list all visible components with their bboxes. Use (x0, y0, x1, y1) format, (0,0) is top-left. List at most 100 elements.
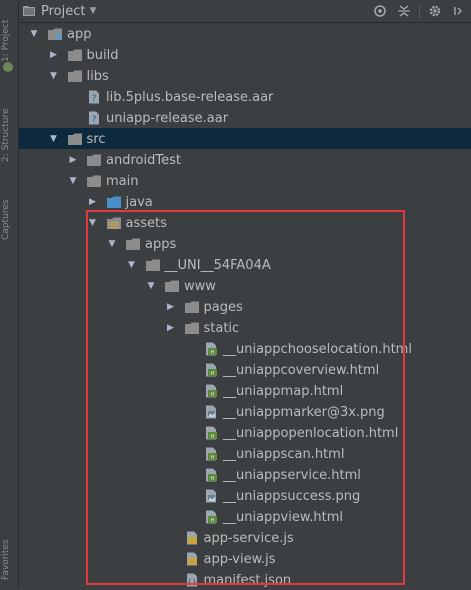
folder-icon (125, 237, 141, 251)
tree-item[interactable]: ▼ www (19, 275, 471, 296)
folder-icon (67, 132, 83, 146)
panel-toolbar (368, 0, 471, 22)
collapsed-arrow-icon[interactable]: ▶ (88, 191, 98, 212)
tree-item[interactable]: H __uniappmap.html (19, 380, 471, 401)
html-file-icon: H (203, 426, 219, 440)
tree-item-label: lib.5plus.base-release.aar (106, 89, 274, 105)
tree-item-label: app-view.js (203, 551, 276, 567)
svg-text:H: H (211, 434, 215, 440)
panel-title[interactable]: Project (41, 4, 85, 19)
tree-item[interactable]: H __uniappscan.html (19, 443, 471, 464)
image-file-icon (203, 405, 219, 419)
sidebar-tab-favorites[interactable]: Favorites (1, 510, 17, 580)
tree-item[interactable]: __uniappmarker@3x.png (19, 401, 471, 422)
tree-item-label: __uniappopenlocation.html (223, 425, 399, 441)
expanded-arrow-icon[interactable]: ▼ (88, 212, 98, 233)
tree-item[interactable]: H __uniappcoverview.html (19, 359, 471, 380)
tree-item[interactable]: ? lib.5plus.base-release.aar (19, 86, 471, 107)
source-folder-icon (106, 195, 122, 209)
tree-item-label: java (125, 194, 153, 210)
tree-item[interactable]: ▶ pages (19, 296, 471, 317)
tree-item[interactable]: ▶ java (19, 191, 471, 212)
gear-icon[interactable] (427, 3, 443, 19)
collapsed-arrow-icon[interactable]: ▶ (68, 149, 78, 170)
collapse-icon[interactable] (396, 3, 412, 19)
tree-item-label: __uniappscan.html (223, 446, 345, 462)
android-icon (3, 62, 13, 72)
project-panel-header: Project ▼ (19, 0, 471, 23)
expanded-arrow-icon[interactable]: ▼ (29, 23, 39, 44)
sidebar-tab-project[interactable]: 1: Project (1, 2, 17, 62)
svg-text:H: H (211, 476, 215, 482)
tree-item[interactable]: H __uniappservice.html (19, 464, 471, 485)
tree-item[interactable]: H __uniappchooselocation.html (19, 338, 471, 359)
module-folder-icon (47, 27, 63, 41)
expanded-arrow-icon[interactable]: ▼ (127, 254, 137, 275)
target-icon[interactable] (372, 3, 388, 19)
tree-item-label: __uniappservice.html (223, 467, 361, 483)
svg-text:H: H (211, 392, 215, 398)
tree-item-label: __UNI__54FA04A (164, 257, 271, 273)
folder-icon (86, 153, 102, 167)
folder-icon (164, 279, 180, 293)
tree-item-label: www (184, 278, 216, 294)
html-file-icon: H (203, 468, 219, 482)
tree-item[interactable]: app-view.js (19, 548, 471, 569)
tree-item-label: __uniappchooselocation.html (223, 341, 412, 357)
sidebar-tab-structure[interactable]: 2: Structure (1, 90, 17, 163)
tree-item[interactable]: ? uniapp-release.aar (19, 107, 471, 128)
svg-text:H: H (211, 518, 215, 524)
sidebar-tab-captures[interactable]: Captures (1, 185, 17, 240)
hide-icon[interactable] (451, 3, 467, 19)
tree-item-label: src (86, 131, 106, 147)
tree-item-label: manifest.json (203, 572, 292, 588)
folder-icon (86, 174, 102, 188)
tree-item[interactable]: ▶ build (19, 44, 471, 65)
unknown-file-icon: ? (86, 90, 102, 104)
tree-item[interactable]: ▼ main (19, 170, 471, 191)
tree-item[interactable]: {} manifest.json (19, 569, 471, 590)
svg-text:H: H (211, 371, 215, 377)
tree-item[interactable]: ▼ apps (19, 233, 471, 254)
collapsed-arrow-icon[interactable]: ▶ (166, 317, 176, 338)
collapsed-arrow-icon[interactable]: ▶ (49, 44, 59, 65)
folder-icon (67, 69, 83, 83)
html-file-icon: H (203, 342, 219, 356)
tree-item[interactable]: ▼ app (19, 23, 471, 44)
tree-item-label: app-service.js (203, 530, 294, 546)
expanded-arrow-icon[interactable]: ▼ (107, 233, 117, 254)
tree-item-label: __uniappsuccess.png (223, 488, 361, 504)
tree-item[interactable]: ▶ androidTest (19, 149, 471, 170)
tree-item[interactable]: H __uniappview.html (19, 506, 471, 527)
tree-item[interactable]: ▼ src (19, 128, 471, 149)
tree-item[interactable]: app-service.js (19, 527, 471, 548)
expanded-arrow-icon[interactable]: ▼ (68, 170, 78, 191)
expanded-arrow-icon[interactable]: ▼ (146, 275, 156, 296)
tree-item-label: build (86, 47, 119, 63)
expanded-arrow-icon[interactable]: ▼ (49, 128, 59, 149)
html-file-icon: H (203, 384, 219, 398)
folder-icon (184, 321, 200, 335)
toolbar-divider (419, 4, 420, 18)
tree-item[interactable]: ▼ assets (19, 212, 471, 233)
image-file-icon (203, 489, 219, 503)
tree-item[interactable]: __uniappsuccess.png (19, 485, 471, 506)
tree-item-label: __uniappcoverview.html (223, 362, 380, 378)
expanded-arrow-icon[interactable]: ▼ (49, 65, 59, 86)
svg-text:H: H (211, 350, 215, 356)
unknown-file-icon: ? (86, 111, 102, 125)
chevron-down-icon[interactable]: ▼ (89, 6, 96, 16)
tree-item[interactable]: ▼ libs (19, 65, 471, 86)
collapsed-arrow-icon[interactable]: ▶ (166, 296, 176, 317)
tree-item[interactable]: ▼ __UNI__54FA04A (19, 254, 471, 275)
tree-item[interactable]: H __uniappopenlocation.html (19, 422, 471, 443)
js-file-icon (184, 552, 200, 566)
tree-item-label: app (67, 26, 92, 42)
html-file-icon: H (203, 363, 219, 377)
tree-item[interactable]: ▶ static (19, 317, 471, 338)
